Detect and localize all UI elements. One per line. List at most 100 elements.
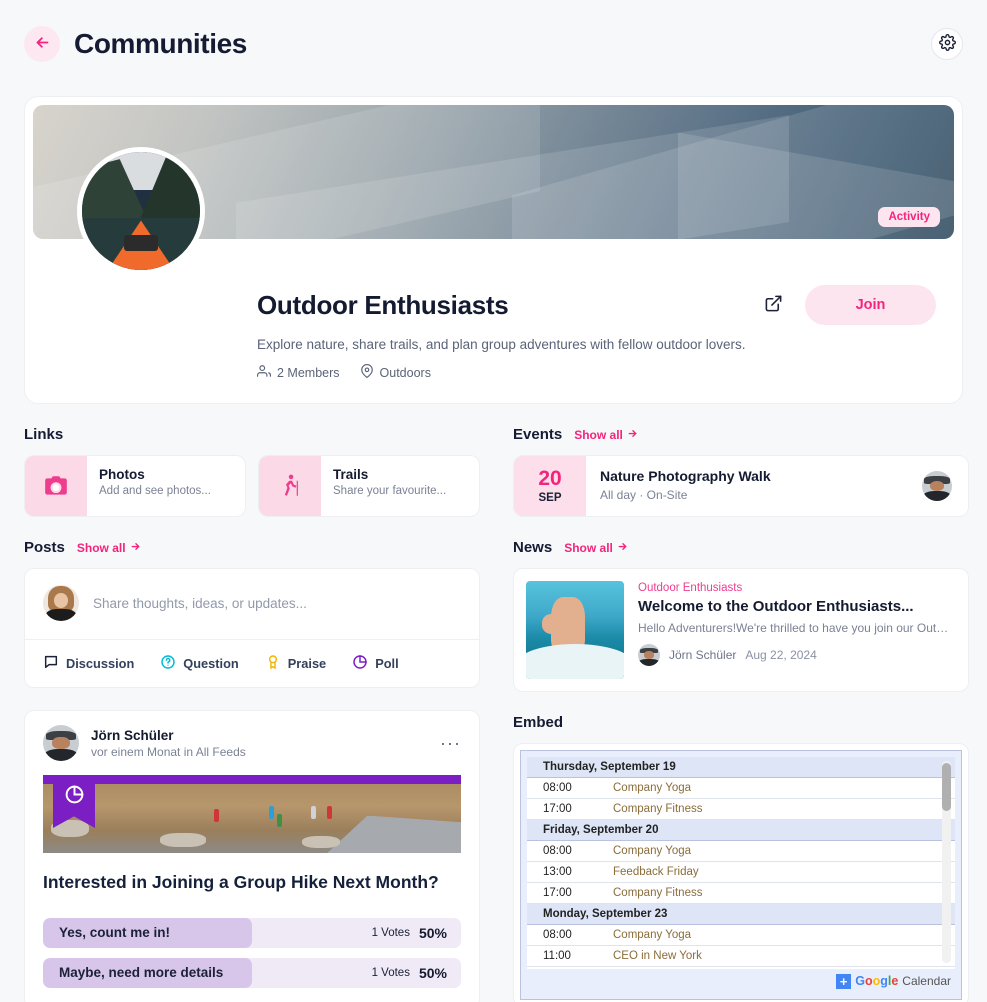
calendar-event-name: Company Fitness — [613, 882, 955, 904]
calendar-event-row[interactable]: 08:00 Company Yoga — [527, 840, 955, 862]
calendar-event-row[interactable]: 13:00 Feedback Friday — [527, 861, 955, 883]
settings-button[interactable] — [931, 28, 963, 60]
community-avatar — [77, 147, 205, 275]
calendar-event-row[interactable]: 17:00 Company Fitness — [527, 798, 955, 820]
compose-action-label: Discussion — [66, 656, 135, 671]
poll-option[interactable]: Yes, count me in! 1 Votes 50% — [43, 917, 461, 948]
event-month: SEP — [538, 492, 562, 504]
calendar-footer: + Google Calendar — [527, 969, 955, 993]
google-calendar-brand[interactable]: + Google Calendar — [836, 973, 951, 989]
community-name: Outdoor Enthusiasts — [257, 289, 509, 320]
calendar-event-row[interactable]: 08:00 Company Yoga — [527, 777, 955, 799]
posts-show-all-link[interactable]: Show all — [77, 541, 141, 555]
calendar-event-time: 11:00 — [527, 945, 613, 967]
community-meta: 2 Members Outdoors — [51, 364, 936, 381]
calendar-scrollbar[interactable] — [942, 761, 951, 963]
community-description: Explore nature, share trails, and plan g… — [257, 337, 746, 352]
news-show-all-label: Show all — [564, 540, 613, 555]
news-show-all-link[interactable]: Show all — [564, 541, 628, 555]
member-count: 2 Members — [257, 364, 340, 381]
post-composer: Share thoughts, ideas, or updates... Dis… — [24, 568, 480, 688]
links-title: Links — [24, 426, 64, 443]
calendar-event-row[interactable]: 11:00 CEO in New York — [527, 945, 955, 967]
plus-icon: + — [836, 973, 852, 989]
location-pin-icon — [360, 364, 374, 381]
calendar-day-label: Friday, September 20 — [527, 819, 955, 841]
news-card[interactable]: Outdoor Enthusiasts Welcome to the Outdo… — [513, 568, 969, 692]
event-meta: All day · On-Site — [600, 488, 688, 502]
external-link-icon — [764, 294, 783, 316]
calendar-agenda: Thursday, September 19 08:00 Company Yog… — [527, 757, 955, 969]
calendar-event-name: Company Fitness — [613, 798, 955, 820]
compose-discussion-button[interactable]: Discussion — [43, 654, 134, 673]
events-show-all-link[interactable]: Show all — [574, 428, 638, 442]
links-list: Photos Add and see photos... Trails Shar… — [24, 455, 480, 517]
news-title: News — [513, 539, 553, 556]
news-author: Jörn Schüler — [669, 648, 737, 662]
posts-section-header: Posts Show all — [24, 539, 480, 556]
post-title: Interested in Joining a Group Hike Next … — [43, 872, 439, 892]
events-section-header: Events Show all — [513, 426, 969, 443]
activity-badge[interactable]: Activity — [878, 207, 940, 227]
join-button[interactable]: Join — [805, 285, 936, 325]
open-external-button[interactable] — [764, 294, 783, 316]
member-count-label: 2 Members — [277, 365, 340, 380]
google-wordmark: Google — [855, 974, 899, 988]
chat-bubble-icon — [43, 654, 59, 673]
calendar-event-time: 08:00 — [527, 924, 613, 946]
calendar-day-header: Friday, September 20 — [527, 819, 955, 841]
link-card-photos[interactable]: Photos Add and see photos... — [24, 455, 246, 517]
avatar — [638, 644, 660, 666]
post-meta: vor einem Monat in All Feeds — [91, 744, 246, 759]
question-circle-icon — [160, 654, 176, 673]
arrow-right-icon — [627, 428, 638, 442]
avatar — [43, 725, 79, 761]
back-button[interactable] — [24, 26, 60, 62]
calendar-event-name: CEO in New York — [613, 945, 955, 967]
calendar-brand-label: Calendar — [902, 974, 951, 988]
camera-icon — [25, 456, 87, 516]
calendar-event-time: 08:00 — [527, 840, 613, 862]
arrow-left-icon — [34, 34, 51, 54]
calendar-event-time: 17:00 — [527, 882, 613, 904]
hiking-icon — [259, 456, 321, 516]
poll-option-percent: 50% — [418, 924, 447, 941]
calendar-event-row[interactable]: 17:00 Company Fitness — [527, 882, 955, 904]
arrow-right-icon — [130, 541, 141, 555]
poll-option-label: Maybe, need more details — [59, 965, 224, 981]
compose-praise-button[interactable]: Praise — [265, 654, 326, 673]
left-column: Links Photos Add and see photos... Trail… — [24, 426, 480, 1002]
post-author: Jörn Schüler — [91, 727, 174, 743]
gear-icon — [938, 34, 956, 54]
community-category-label: Outdoors — [379, 365, 431, 380]
calendar-event-name: Company Yoga — [613, 924, 955, 946]
arrow-right-icon — [617, 541, 628, 555]
pie-chart-icon — [352, 654, 368, 673]
compose-question-button[interactable]: Question — [160, 654, 239, 673]
link-subtitle: Share your favourite... — [333, 485, 447, 497]
poll-option-percent: 50% — [418, 964, 447, 981]
poll-option[interactable]: Maybe, need more details 1 Votes 50% — [43, 957, 461, 988]
more-options-icon[interactable]: ··· — [440, 734, 461, 752]
event-title: Nature Photography Walk — [600, 468, 771, 484]
link-card-trails[interactable]: Trails Share your favourite... — [258, 455, 480, 517]
event-day: 20 — [538, 467, 562, 490]
poll-options: Yes, count me in! 1 Votes 50% Maybe, nee… — [25, 900, 479, 1002]
calendar-event-time: 17:00 — [527, 798, 613, 820]
compose-poll-button[interactable]: Poll — [352, 654, 399, 673]
pie-chart-icon — [64, 784, 85, 810]
community-category: Outdoors — [360, 364, 431, 381]
calendar-day-header: Thursday, September 19 — [527, 757, 955, 778]
right-column: Events Show all 20 SEP Nature Photograph… — [513, 426, 969, 1002]
compose-action-label: Poll — [375, 656, 399, 671]
google-calendar-embed[interactable]: Thursday, September 19 08:00 Company Yog… — [520, 750, 962, 1000]
avatar — [922, 471, 952, 501]
event-card[interactable]: 20 SEP Nature Photography Walk All day ·… — [513, 455, 969, 517]
link-title: Photos — [99, 467, 145, 482]
embed-card: Thursday, September 19 08:00 Company Yog… — [513, 743, 969, 1002]
news-date: Aug 22, 2024 — [745, 648, 817, 662]
composer-actions: Discussion Question Praise Poll — [25, 639, 479, 687]
calendar-event-row[interactable]: 08:00 Company Yoga — [527, 924, 955, 946]
composer-input-row[interactable]: Share thoughts, ideas, or updates... — [25, 569, 479, 639]
calendar-event-name: Company Yoga — [613, 777, 955, 799]
